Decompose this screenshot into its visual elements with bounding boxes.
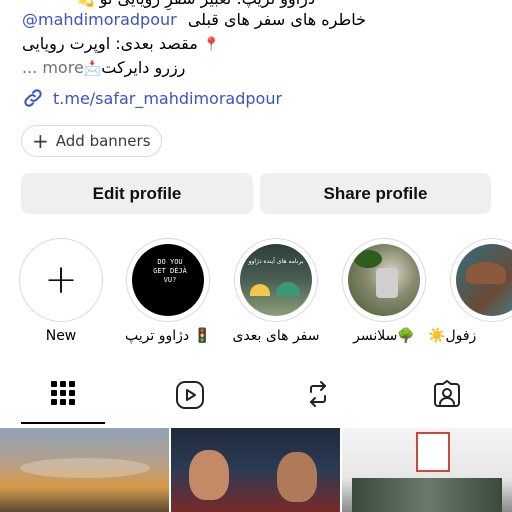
envelope-icon: 📩 [83,61,102,77]
highlights-row: + New DO YOU GET DÉJÀ VU? دژاوو تریپ 🚦 ب… [0,238,512,348]
more-link[interactable]: ... more [22,58,84,77]
highlight-label: دژاوو تریپ 🚦 [124,328,211,344]
highlight-cover [456,244,512,316]
person-face-shape [189,450,229,500]
grid-icon [51,381,75,405]
cloud-shape [20,458,150,478]
highlight-salanser[interactable]: سلانسر🌳 [342,238,426,344]
mention-link[interactable]: @mahdimoradpour [22,10,177,29]
post-thumbnail[interactable] [171,428,340,512]
link-icon [24,89,42,107]
highlight-dejavu-trip[interactable]: DO YOU GET DÉJÀ VU? دژاوو تریپ 🚦 [125,238,211,344]
tagged-icon [434,380,460,407]
highlight-cover: DO YOU GET DÉJÀ VU? [132,244,204,316]
add-banners-label: Add banners [55,132,151,150]
hat-shape [466,262,506,284]
link-text: t.me/safar_mahdimoradpour [53,88,283,108]
share-profile-button[interactable]: Share profile [260,173,491,214]
new-highlight-ring: + [19,238,103,322]
bio-line-3: مقصد بعدی: اوپرت رویایی 📍 [22,33,220,56]
highlight-next-trips[interactable]: برنامه های آینده دژاوو سفر های بعدی [232,238,320,344]
object-shape [376,268,398,298]
bio-line-2: @mahdimoradpour خاطره های سفر های قبلی [22,10,366,29]
post-thumbnail[interactable] [0,428,169,512]
highlight-dezful[interactable]: ☀️زفول [428,238,512,344]
highlight-label: New [45,328,77,344]
logo-icon [416,432,450,472]
highlight-ring: DO YOU GET DÉJÀ VU? [126,238,210,322]
forest-shape [352,478,502,512]
tent-shape [276,282,300,296]
highlight-label: سفر های بعدی [232,328,320,344]
active-tab-indicator [21,422,105,424]
highlight-ring [342,238,426,322]
posts-grid [0,428,512,512]
highlight-ring [450,238,512,322]
reposts-icon [310,381,326,407]
profile-tabs [0,372,512,424]
reels-icon [176,381,204,409]
tab-posts-grid[interactable] [13,372,113,424]
post-thumbnail[interactable] [342,428,512,512]
profile-link[interactable]: t.me/safar_mahdimoradpour [22,86,282,110]
bio-line-4: ... more📩رزرو دایرکت [22,57,185,80]
person-face-shape [277,452,317,502]
tab-reposts[interactable] [268,372,368,424]
plus-icon: + [32,129,49,153]
leaf-shape [354,250,382,268]
cover-text: DO YOU GET DÉJÀ VU? [153,258,187,284]
tab-tagged[interactable] [397,372,497,424]
tent-shape [250,284,270,296]
cover-text: برنامه های آینده دژاوو [248,258,304,265]
highlight-ring: برنامه های آینده دژاوو [234,238,318,322]
plus-icon: + [44,257,78,303]
highlight-new[interactable]: + New [19,238,103,344]
add-banners-button[interactable]: + Add banners [21,125,162,157]
highlight-cover: برنامه های آینده دژاوو [240,244,312,316]
tab-reels[interactable] [140,372,240,424]
pin-icon: 📍 [202,37,221,53]
edit-profile-button[interactable]: Edit profile [21,173,253,214]
highlight-cover [348,244,420,316]
highlight-label: ☀️زفول [428,328,477,344]
highlight-label: سلانسر🌳 [353,328,415,344]
